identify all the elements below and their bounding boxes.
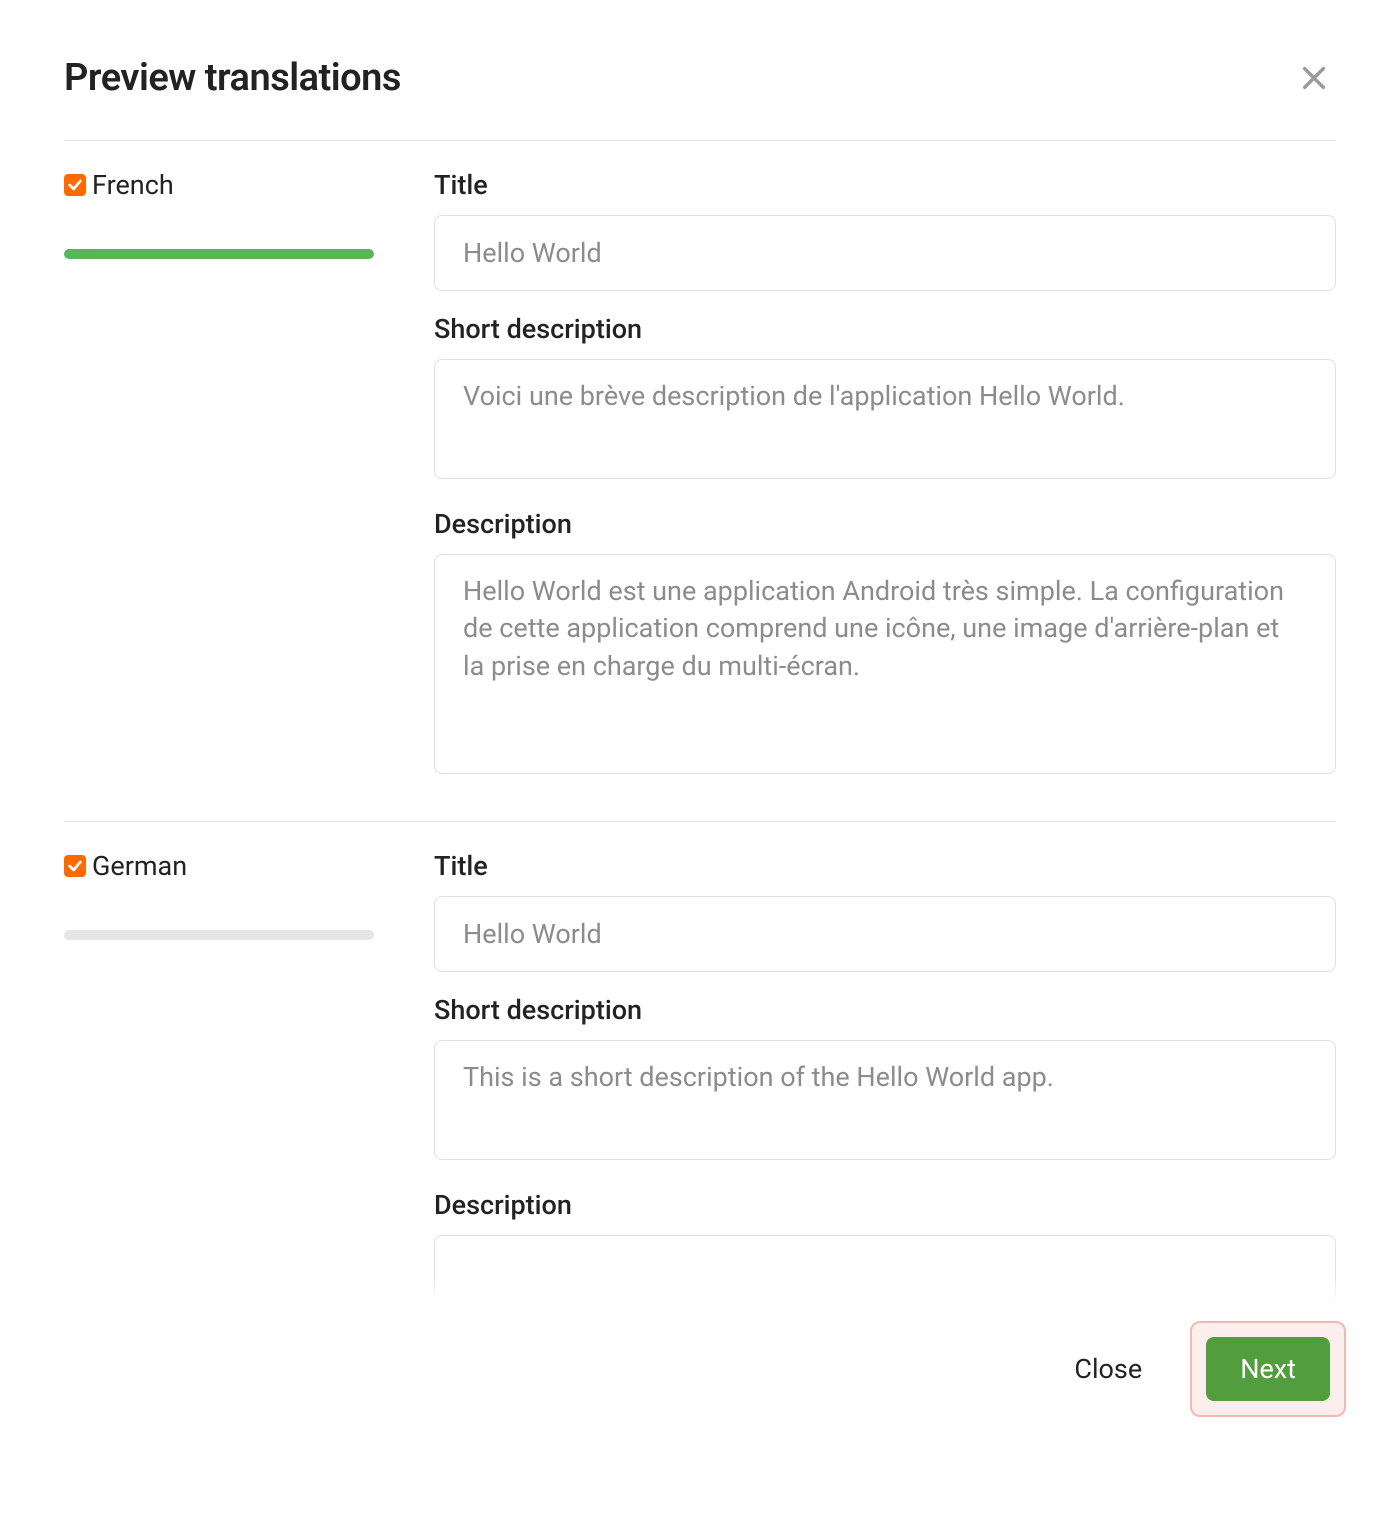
description-input[interactable] (434, 554, 1336, 774)
language-fields: Title Short description Description (434, 141, 1336, 821)
field-label-short-desc: Short description (434, 313, 1336, 345)
close-icon[interactable] (1292, 56, 1336, 100)
language-side: French (64, 141, 434, 821)
title-input[interactable] (434, 896, 1336, 972)
short-desc-input[interactable] (434, 1040, 1336, 1160)
checkbox-icon[interactable] (64, 855, 86, 877)
field-label-description: Description (434, 1189, 1336, 1221)
checkbox-icon[interactable] (64, 174, 86, 196)
next-button-highlight: Next (1190, 1321, 1346, 1417)
title-input[interactable] (434, 215, 1336, 291)
field-label-short-desc: Short description (434, 994, 1336, 1026)
language-block: French Title Short description Descripti (64, 141, 1336, 821)
field-label-description: Description (434, 508, 1336, 540)
language-block: German Title Short description Descripti (64, 821, 1336, 1301)
modal-title: Preview translations (64, 56, 401, 100)
field-label-title: Title (434, 850, 1336, 882)
language-side: German (64, 822, 434, 1301)
modal-header: Preview translations (0, 0, 1400, 140)
field-label-title: Title (434, 169, 1336, 201)
language-fields: Title Short description Description (434, 822, 1336, 1301)
next-button[interactable]: Next (1206, 1337, 1330, 1401)
progress-bar (64, 930, 374, 940)
short-desc-input[interactable] (434, 359, 1336, 479)
language-name: German (92, 850, 187, 882)
close-button[interactable]: Close (1066, 1343, 1150, 1395)
description-input[interactable] (434, 1235, 1336, 1301)
progress-bar (64, 249, 374, 259)
translations-scroll[interactable]: French Title Short description Descripti (0, 141, 1400, 1301)
modal: Preview translations F (0, 0, 1400, 1471)
modal-footer: Close Next (0, 1301, 1400, 1471)
language-name: French (92, 169, 174, 201)
